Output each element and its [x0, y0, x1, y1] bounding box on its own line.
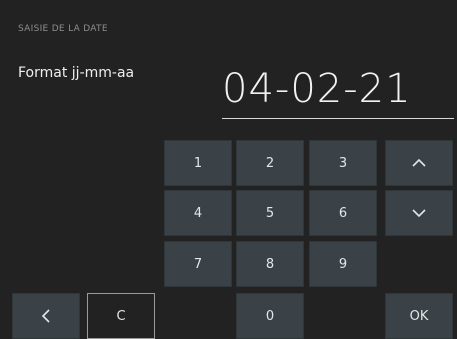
- key-6-label: 6: [338, 205, 348, 221]
- back-button[interactable]: [12, 293, 80, 339]
- date-entry-screen: SAISIE DE LA DATE Format jj-mm-aa 04-02-…: [0, 0, 457, 339]
- chevron-up-icon: [412, 158, 426, 167]
- key-5[interactable]: 5: [236, 190, 304, 236]
- key-9[interactable]: 9: [309, 241, 377, 287]
- key-3-label: 3: [338, 155, 348, 171]
- chevron-down-icon: [412, 209, 426, 218]
- key-6[interactable]: 6: [309, 190, 377, 236]
- key-8[interactable]: 8: [236, 241, 304, 287]
- key-0-label: 0: [265, 308, 275, 324]
- key-7[interactable]: 7: [164, 241, 232, 287]
- key-1-label: 1: [193, 155, 203, 171]
- down-button[interactable]: [385, 190, 453, 236]
- ok-button[interactable]: OK: [385, 293, 453, 339]
- key-0[interactable]: 0: [236, 293, 304, 339]
- key-4-label: 4: [193, 205, 203, 221]
- date-display: 04-02-21: [222, 66, 412, 112]
- clear-button[interactable]: C: [87, 293, 155, 339]
- clear-button-label: C: [116, 308, 126, 324]
- chevron-left-icon: [41, 309, 50, 323]
- key-1[interactable]: 1: [164, 140, 232, 186]
- key-2-label: 2: [265, 155, 275, 171]
- format-label: Format jj-mm-aa: [18, 65, 135, 81]
- key-9-label: 9: [338, 256, 348, 272]
- key-3[interactable]: 3: [309, 140, 377, 186]
- up-button[interactable]: [385, 140, 453, 186]
- ok-button-label: OK: [409, 308, 429, 324]
- key-5-label: 5: [265, 205, 275, 221]
- screen-title: SAISIE DE LA DATE: [18, 24, 108, 34]
- key-4[interactable]: 4: [164, 190, 232, 236]
- key-7-label: 7: [193, 256, 203, 272]
- key-2[interactable]: 2: [236, 140, 304, 186]
- key-8-label: 8: [265, 256, 275, 272]
- date-underline: [222, 118, 454, 119]
